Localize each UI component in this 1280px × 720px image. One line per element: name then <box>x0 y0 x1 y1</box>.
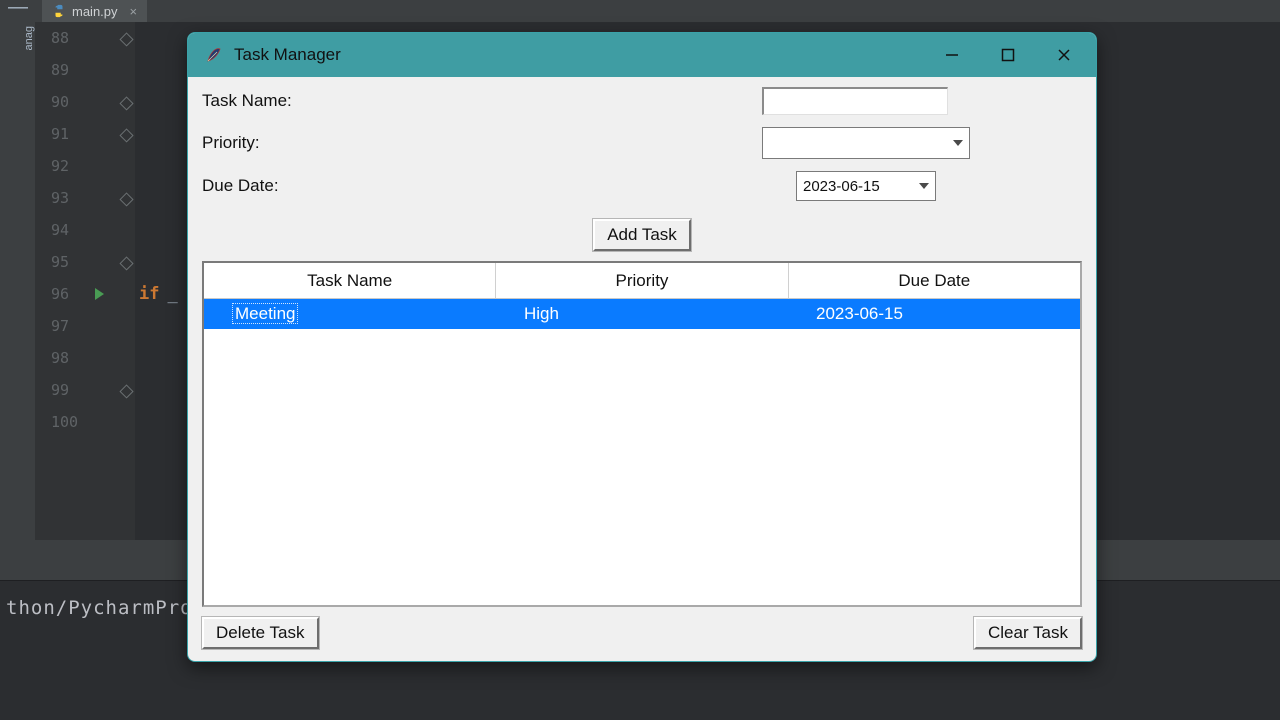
ide-file-tab[interactable]: main.py × <box>42 0 147 22</box>
fold-icon[interactable] <box>119 192 133 206</box>
fold-icon[interactable] <box>119 384 133 398</box>
task-name-input[interactable] <box>762 87 948 115</box>
priority-label: Priority: <box>202 133 260 153</box>
gutter-line: 98 <box>35 342 134 374</box>
add-task-row: Add Task <box>202 219 1082 251</box>
tree-header[interactable]: Task Name Priority Due Date <box>204 263 1080 299</box>
close-tab-icon[interactable]: × <box>130 4 138 19</box>
due-date-picker[interactable]: 2023-06-15 <box>796 171 936 201</box>
table-row[interactable]: Meeting High2023-06-15 <box>204 299 1080 329</box>
fold-icon[interactable] <box>119 32 133 46</box>
gutter-line: 91 <box>35 118 134 150</box>
tk-feather-icon <box>198 39 230 71</box>
python-file-icon <box>52 4 66 18</box>
clear-task-button[interactable]: Clear Task <box>974 617 1082 649</box>
chevron-down-icon <box>919 183 929 189</box>
window-body: Task Name: Priority: Due Date: 2023-06-1… <box>188 77 1096 661</box>
ide-tab-filename: main.py <box>72 4 118 19</box>
add-task-button[interactable]: Add Task <box>593 219 691 251</box>
fold-icon[interactable] <box>119 96 133 110</box>
gutter-line: 99 <box>35 374 134 406</box>
ide-sidebar-label: anag <box>23 26 35 50</box>
due-date-row: Due Date: 2023-06-15 <box>202 171 1082 201</box>
tree-body: Meeting High2023-06-15 <box>204 299 1080 329</box>
minimize-button[interactable] <box>924 33 980 77</box>
maximize-button[interactable] <box>980 33 1036 77</box>
gutter-line: 96 <box>35 278 134 310</box>
cell-priority: High <box>496 304 788 324</box>
gutter-line: 88 <box>35 22 134 54</box>
tree-header-name[interactable]: Task Name <box>204 263 496 298</box>
bottom-button-row: Delete Task Clear Task <box>202 617 1082 649</box>
gutter-line: 89 <box>35 54 134 86</box>
tree-header-priority[interactable]: Priority <box>496 263 788 298</box>
run-gutter-icon[interactable] <box>95 288 104 300</box>
gutter-line: 92 <box>35 150 134 182</box>
ide-gutter: 888990919293949596979899100 <box>35 22 135 580</box>
close-button[interactable] <box>1036 33 1092 77</box>
cell-due-date: 2023-06-15 <box>788 304 1080 324</box>
window-controls <box>924 33 1092 77</box>
due-date-value: 2023-06-15 <box>803 178 880 195</box>
due-date-label: Due Date: <box>202 176 279 196</box>
ide-collapse-icon[interactable]: — <box>8 0 28 19</box>
task-tree[interactable]: Task Name Priority Due Date Meeting High2… <box>202 261 1082 607</box>
priority-row: Priority: <box>202 127 1082 159</box>
gutter-line: 94 <box>35 214 134 246</box>
window-title: Task Manager <box>234 45 341 65</box>
gutter-line: 97 <box>35 310 134 342</box>
task-name-label: Task Name: <box>202 91 292 111</box>
priority-combobox[interactable] <box>762 127 970 159</box>
titlebar[interactable]: Task Manager <box>188 33 1096 77</box>
cell-task-name: Meeting <box>232 303 298 324</box>
gutter-line: 93 <box>35 182 134 214</box>
task-manager-window: Task Manager Task Name: Priority: <box>187 32 1097 662</box>
task-name-row: Task Name: <box>202 87 1082 115</box>
delete-task-button[interactable]: Delete Task <box>202 617 319 649</box>
chevron-down-icon <box>953 140 963 146</box>
fold-icon[interactable] <box>119 256 133 270</box>
tree-header-due[interactable]: Due Date <box>789 263 1080 298</box>
gutter-line: 90 <box>35 86 134 118</box>
gutter-line: 100 <box>35 406 134 438</box>
gutter-line: 95 <box>35 246 134 278</box>
ide-tab-bar: — main.py × <box>0 0 1280 22</box>
terminal-text: thon/PycharmProje <box>6 597 217 619</box>
fold-icon[interactable] <box>119 128 133 142</box>
